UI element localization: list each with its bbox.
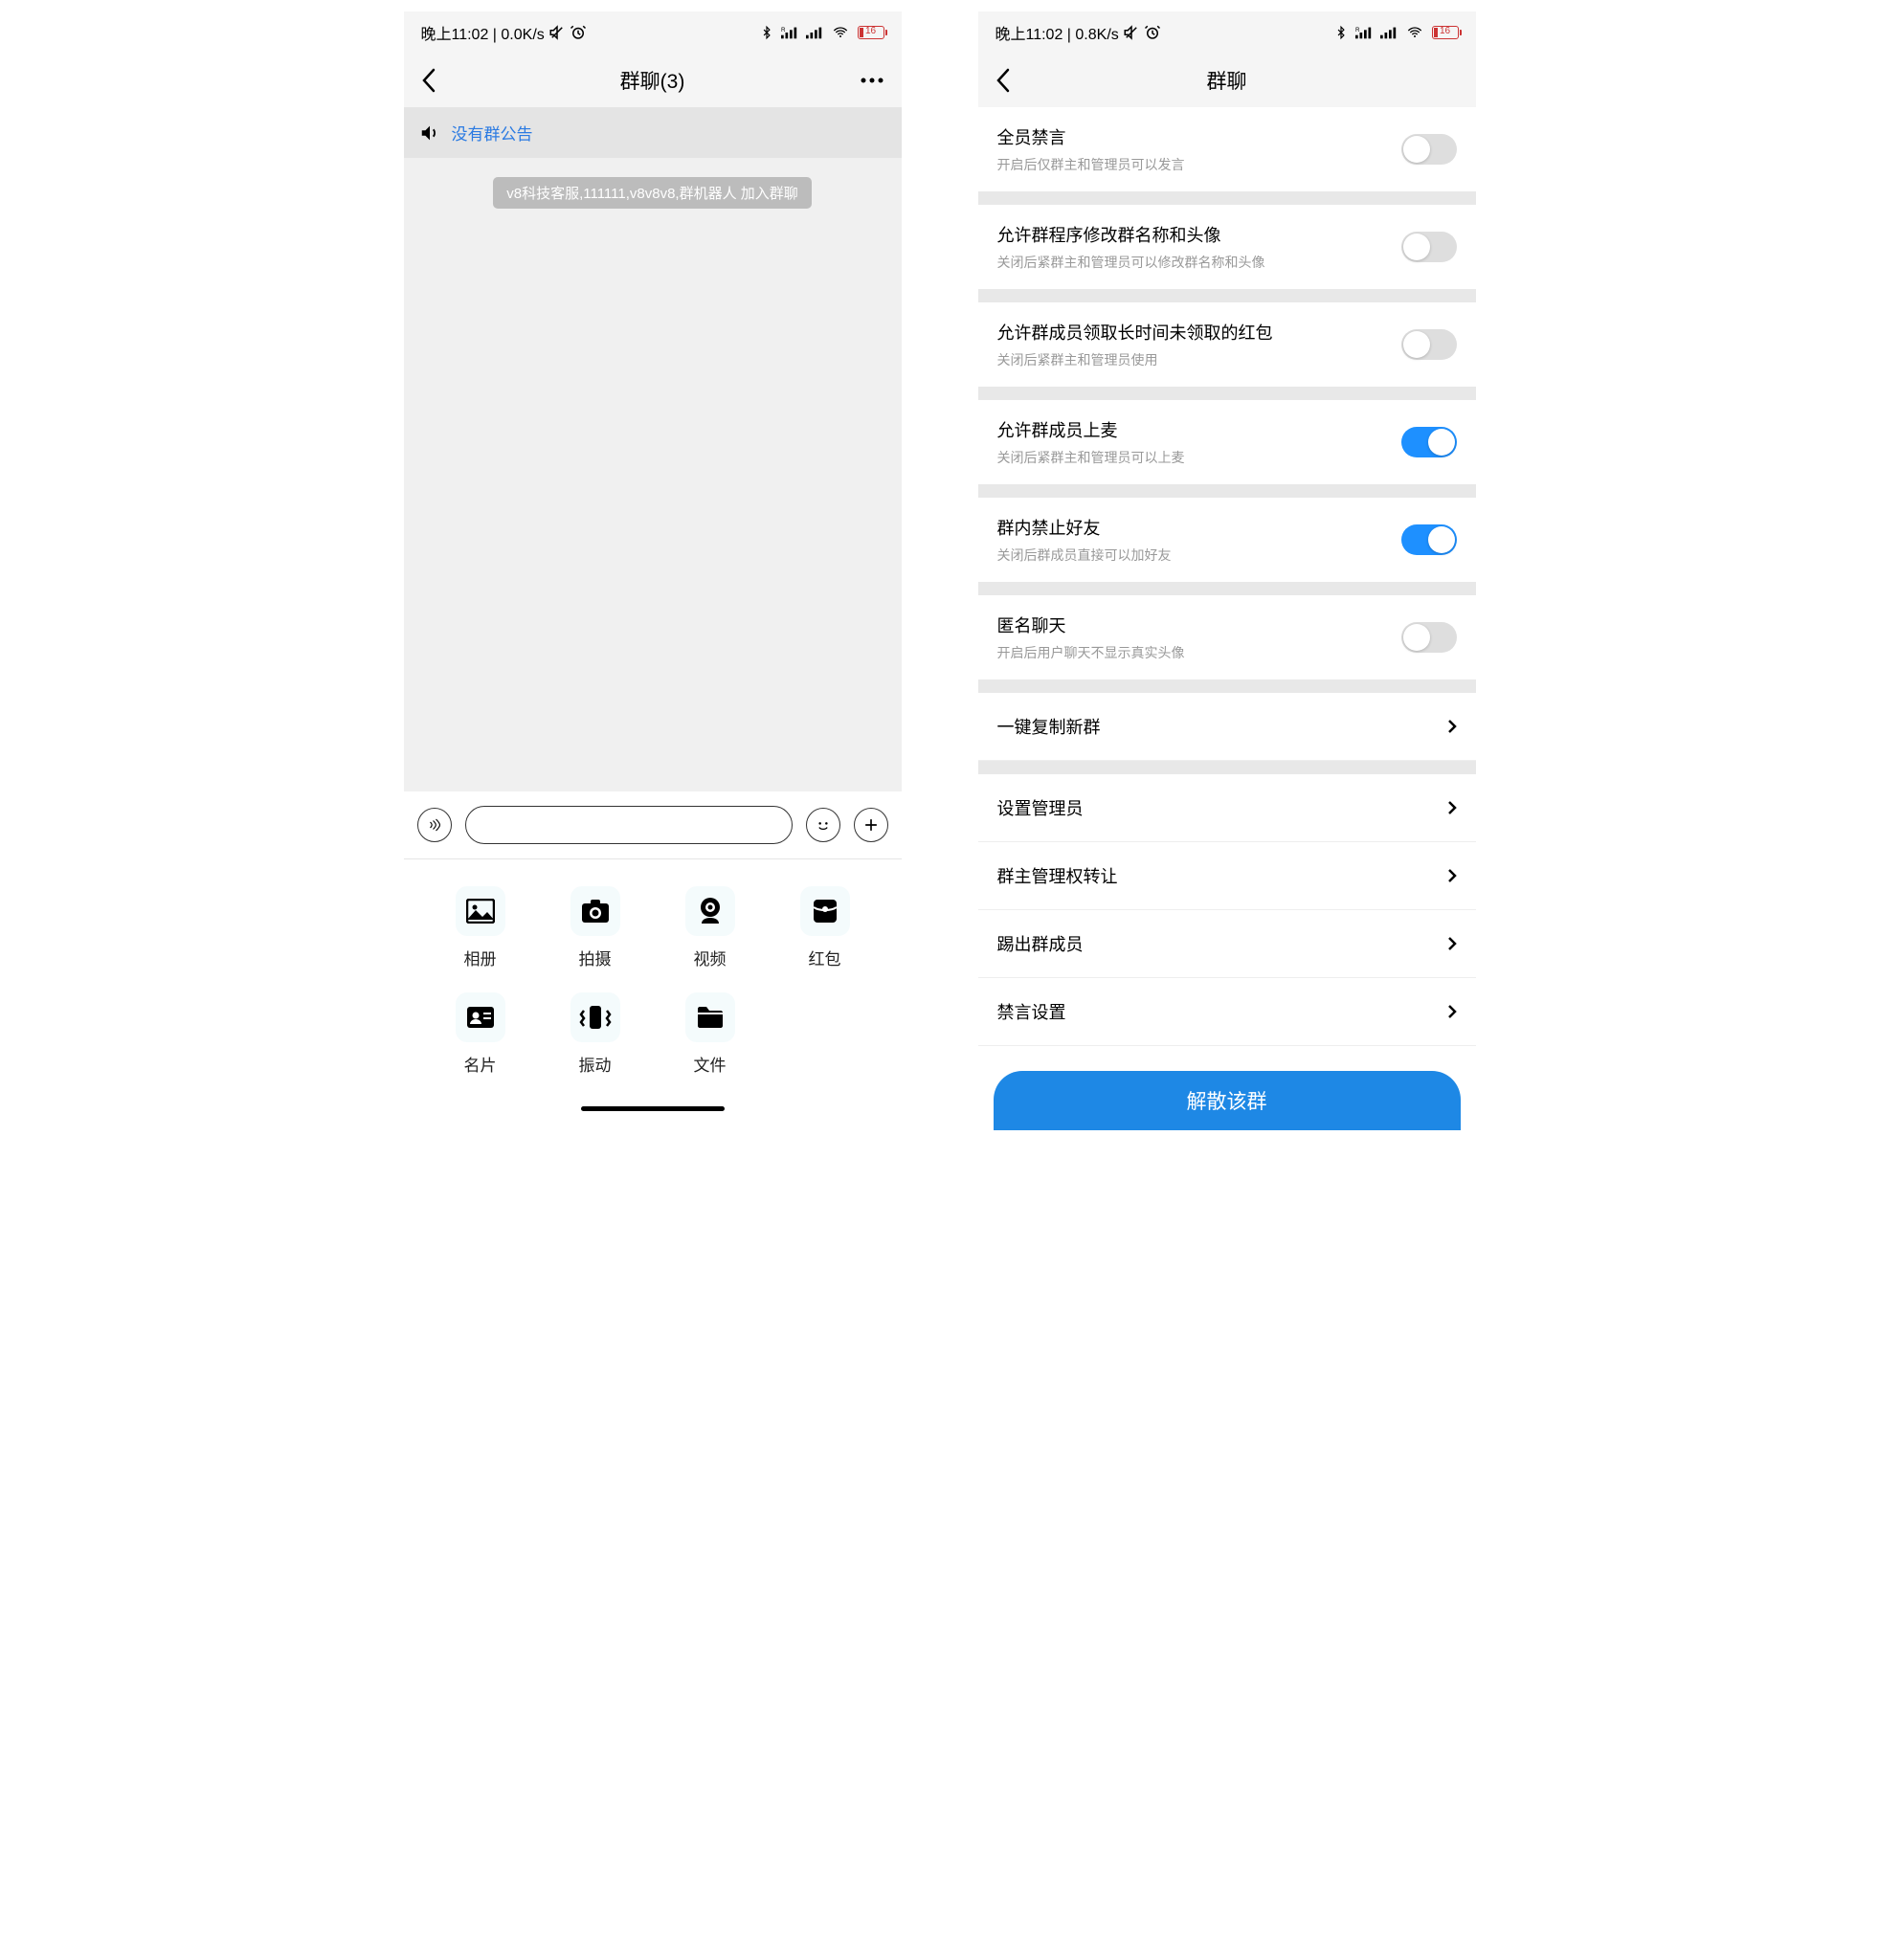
announcement-bar[interactable]: 没有群公告 [404,107,902,158]
setting-desc: 关闭后紧群主和管理员使用 [997,350,1401,369]
status-bar: 晚上11:02 | 0.0K/s R 16 [404,11,902,54]
announcement-text: 没有群公告 [452,121,533,145]
setting-desc: 关闭后群成员直接可以加好友 [997,546,1401,565]
toggle-switch[interactable] [1401,232,1457,262]
toggle-switch[interactable] [1401,622,1457,653]
page-title: 群聊 [1034,66,1420,95]
alarm-icon [1144,24,1161,41]
nav-row[interactable]: 群主管理权转让 [978,842,1476,910]
svg-text:R: R [781,27,786,33]
grid-item-camera[interactable]: 拍摄 [552,886,638,969]
status-bar: 晚上11:02 | 0.8K/s R 16 [978,11,1476,54]
chat-body[interactable]: v8科技客服,111111,v8v8v8,群机器人 加入群聊 [404,158,902,791]
bluetooth-icon [760,24,773,41]
toggle-switch[interactable] [1401,134,1457,165]
chevron-right-icon [1447,868,1457,883]
back-button[interactable] [421,68,459,93]
camera-icon [570,886,620,936]
battery-icon: 16 [1432,26,1459,39]
plus-button[interactable] [854,808,888,842]
grid-item-contact[interactable]: 名片 [437,992,524,1076]
signal-icon: R [1355,26,1373,39]
setting-title: 允许群成员上麦 [997,417,1401,442]
grid-item-file[interactable]: 文件 [667,992,753,1076]
toggle-switch[interactable] [1401,329,1457,360]
setting-toggle-row: 匿名聊天 开启后用户聊天不显示真实头像 [978,595,1476,679]
toggle-switch[interactable] [1401,427,1457,457]
setting-desc: 开启后仅群主和管理员可以发言 [997,155,1401,174]
grid-label: 红包 [809,946,841,969]
grid-label: 视频 [694,946,727,969]
phone-right-settings: 晚上11:02 | 0.8K/s R 16 [978,11,1476,1134]
grid-label: 文件 [694,1052,727,1076]
grid-label: 振动 [579,1052,612,1076]
bluetooth-icon [1334,24,1348,41]
mute-icon [1123,24,1140,41]
setting-desc: 开启后用户聊天不显示真实头像 [997,643,1401,662]
chevron-right-icon [1447,1004,1457,1019]
dissolve-button[interactable]: 解散该群 [994,1071,1461,1130]
chevron-right-icon [1447,800,1457,815]
settings-body[interactable]: 全员禁言 开启后仅群主和管理员可以发言 允许群程序修改群名称和头像 关闭后紧群主… [978,107,1476,1134]
chevron-right-icon [1447,936,1457,951]
wifi-icon [831,25,850,40]
system-message: v8科技客服,111111,v8v8v8,群机器人 加入群聊 [493,177,812,209]
setting-title: 全员禁言 [997,124,1401,149]
setting-title: 允许群程序修改群名称和头像 [997,222,1401,247]
page-title: 群聊(3) [459,66,846,95]
nav-bar: 群聊(3) [404,54,902,107]
status-time: 晚上11:02 | 0.0K/s [421,21,545,44]
contact-card-icon [456,992,505,1042]
grid-item-album[interactable]: 相册 [437,886,524,969]
grid-item-vibrate[interactable]: 振动 [552,992,638,1076]
nav-bar: 群聊 [978,54,1476,107]
status-time: 晚上11:02 | 0.8K/s [995,21,1119,44]
phone-left-chat: 晚上11:02 | 0.0K/s R 16 [404,11,902,1134]
grid-item-video[interactable]: 视频 [667,886,753,969]
redpacket-icon [800,886,850,936]
grid-label: 相册 [464,946,497,969]
setting-title: 群内禁止好友 [997,515,1401,540]
wifi-icon [1405,25,1424,40]
toggle-switch[interactable] [1401,524,1457,555]
input-row [404,791,902,859]
grid-item-redpacket[interactable]: 红包 [782,886,868,969]
nav-row[interactable]: 禁言设置 [978,978,1476,1046]
signal-icon-2 [1380,26,1398,39]
battery-icon: 16 [858,26,884,39]
setting-title: 匿名聊天 [997,612,1401,637]
attachment-panel: 相册 拍摄 视频 红包 [404,859,902,1134]
back-button[interactable] [995,68,1034,93]
webcam-icon [685,886,735,936]
setting-toggle-row: 允许群程序修改群名称和头像 关闭后紧群主和管理员可以修改群名称和头像 [978,205,1476,289]
setting-toggle-row: 允许群成员上麦 关闭后紧群主和管理员可以上麦 [978,400,1476,484]
grid-label: 拍摄 [579,946,612,969]
setting-toggle-row: 群内禁止好友 关闭后群成员直接可以加好友 [978,498,1476,582]
more-button[interactable] [846,77,884,84]
nav-row[interactable]: 一键复制新群 [978,693,1476,761]
alarm-icon [570,24,587,41]
speaker-icon [419,122,440,144]
setting-title: 允许群成员领取长时间未领取的红包 [997,320,1401,345]
svg-text:R: R [1355,27,1360,33]
grid-label: 名片 [464,1052,497,1076]
setting-toggle-row: 全员禁言 开启后仅群主和管理员可以发言 [978,107,1476,191]
folder-icon [685,992,735,1042]
message-input[interactable] [465,806,793,844]
setting-desc: 关闭后紧群主和管理员可以修改群名称和头像 [997,253,1401,272]
signal-icon: R [781,26,798,39]
vibrate-icon [570,992,620,1042]
home-indicator[interactable] [423,1099,883,1115]
nav-row[interactable]: 设置管理员 [978,774,1476,842]
emoji-button[interactable] [806,808,840,842]
setting-desc: 关闭后紧群主和管理员可以上麦 [997,448,1401,467]
setting-toggle-row: 允许群成员领取长时间未领取的红包 关闭后紧群主和管理员使用 [978,302,1476,387]
chevron-right-icon [1447,719,1457,734]
image-icon [456,886,505,936]
voice-button[interactable] [417,808,452,842]
mute-icon [548,24,566,41]
nav-row[interactable]: 踢出群成员 [978,910,1476,978]
signal-icon-2 [806,26,823,39]
